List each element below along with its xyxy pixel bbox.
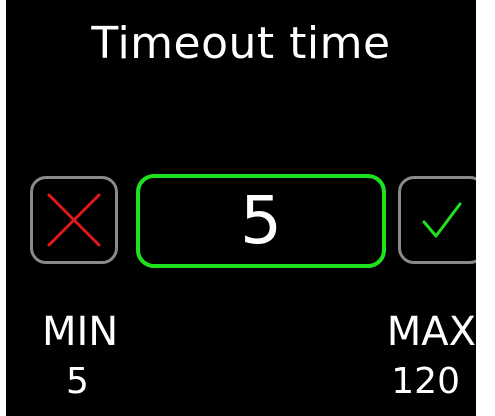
max-label: MAX [386, 309, 476, 355]
min-label: MIN [42, 309, 119, 355]
timeout-value-field[interactable]: 5 [136, 174, 386, 268]
confirm-button[interactable] [398, 176, 476, 264]
page-title: Timeout time [91, 18, 391, 69]
checkmark-icon [422, 202, 462, 238]
timeout-value: 5 [240, 182, 282, 259]
min-value: 5 [66, 361, 89, 402]
timeout-setting-screen: Timeout time 5 MIN 5 MAX 120 [6, 0, 476, 416]
max-value: 120 [391, 361, 460, 402]
cancel-button[interactable] [30, 176, 118, 264]
close-icon [47, 193, 101, 247]
